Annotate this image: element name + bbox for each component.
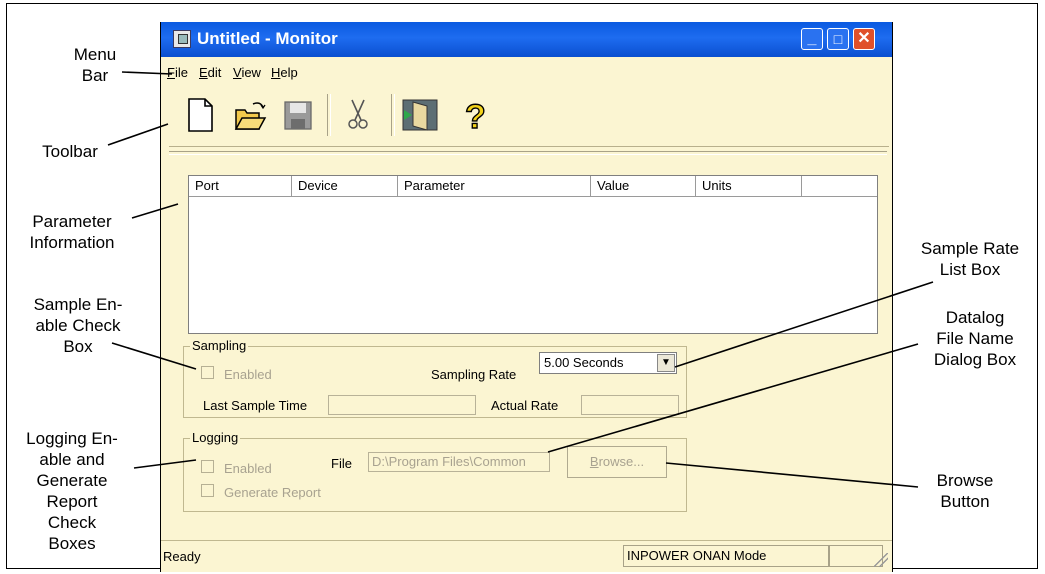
callout-sample-rate: Sample Rate List Box [920,239,1020,279]
column-extra[interactable] [802,176,877,196]
open-folder-icon[interactable] [233,96,267,134]
column-value[interactable]: Value [591,176,696,196]
column-parameter[interactable]: Parameter [398,176,591,196]
generate-report-checkbox[interactable] [201,484,214,497]
help-icon[interactable]: ? [459,96,493,136]
cut-icon[interactable] [341,96,375,134]
minimize-button[interactable]: _ [801,28,823,50]
menu-view[interactable]: View [233,65,261,80]
browse-button[interactable]: Browse... [567,446,667,478]
column-units[interactable]: Units [696,176,802,196]
last-sample-time-field[interactable] [328,395,476,415]
maximize-button[interactable]: □ [827,28,849,50]
callout-parameter-info: Parameter Information [29,212,115,252]
actual-rate-label: Actual Rate [491,398,559,413]
sampling-enabled-label: Enabled [224,367,272,382]
logging-enabled-checkbox[interactable] [201,460,214,473]
monitor-window: Untitled - Monitor _ □ ✕ File Edit View … [160,22,893,572]
logging-group-label: Logging [190,430,241,445]
last-sample-time-label: Last Sample Time [203,398,308,413]
menu-file[interactable]: File [167,65,188,80]
sampling-rate-value: 5.00 Seconds [544,355,624,370]
exit-door-icon[interactable] [401,96,441,134]
actual-rate-field[interactable] [581,395,679,415]
toolbar-separator [327,94,331,136]
logging-enabled-label: Enabled [224,461,272,476]
generate-report-label: Generate Report [224,485,321,500]
svg-text:?: ? [465,98,486,134]
menu-edit[interactable]: Edit [199,65,221,80]
column-device[interactable]: Device [292,176,398,196]
callout-toolbar: Toolbar [42,142,98,161]
save-icon[interactable] [281,96,315,134]
window-title: Untitled - Monitor [197,29,338,48]
status-bar: Ready INPOWER ONAN Mode [161,540,892,571]
file-name-field[interactable]: D:\Program Files\Common [368,452,550,472]
toolbar: ? [169,86,889,147]
dropdown-arrow-icon[interactable]: ▼ [657,354,675,372]
sampling-group-label: Sampling [190,338,249,353]
sampling-enabled-checkbox[interactable] [201,366,214,379]
parameter-list-header: Port Device Parameter Value Units [189,176,877,197]
callout-sample-enable: Sample En- able Check Box [33,295,123,356]
callout-logging-enable: Logging En- able and Generate Report Che… [26,429,118,553]
status-mode: INPOWER ONAN Mode [623,545,829,567]
parameter-list[interactable]: Port Device Parameter Value Units [188,175,878,334]
sampling-rate-label: Sampling Rate [431,367,517,382]
callout-menu-bar: Menu Bar [73,45,117,85]
toolbar-divider [169,151,887,155]
sampling-rate-select[interactable]: 5.00 Seconds ▼ [539,352,677,374]
menu-help[interactable]: Help [271,65,298,80]
title-bar[interactable]: Untitled - Monitor _ □ ✕ [161,22,892,57]
app-icon[interactable] [173,30,191,48]
callout-browse: Browse Button [936,471,994,511]
status-ready: Ready [163,549,201,564]
file-label: File [331,456,352,471]
toolbar-separator [391,94,395,136]
resize-grip-icon[interactable] [874,553,888,567]
column-port[interactable]: Port [189,176,292,196]
close-button[interactable]: ✕ [853,28,875,50]
callout-datalog: Datalog File Name Dialog Box [933,308,1017,369]
new-file-icon[interactable] [183,96,217,134]
